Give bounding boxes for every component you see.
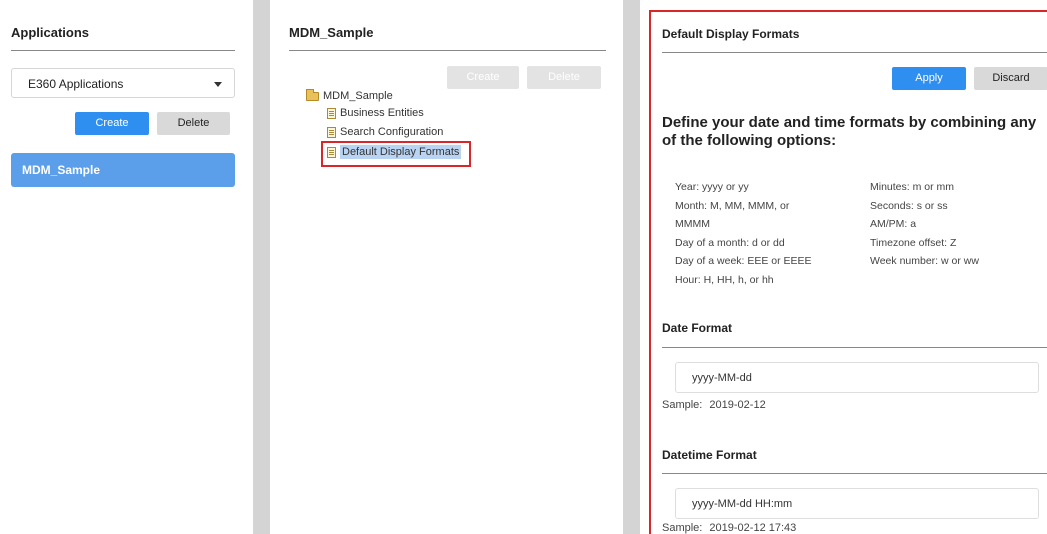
application-tree-panel: MDM_Sample Create Delete MDM_Sample Busi… bbox=[270, 0, 623, 534]
column-splitter[interactable] bbox=[253, 0, 270, 534]
date-format-sample: Sample: 2019-02-12 bbox=[662, 399, 766, 411]
divider bbox=[662, 347, 1047, 348]
format-options-column-2: Minutes: m or mm Seconds: s or ss AM/PM:… bbox=[870, 178, 1045, 271]
date-format-title: Date Format bbox=[662, 321, 733, 335]
delete-application-button[interactable]: Delete bbox=[157, 112, 230, 135]
format-instructions-heading: Define your date and time formats by com… bbox=[662, 114, 1037, 149]
discard-button[interactable]: Discard bbox=[974, 67, 1047, 90]
format-option: Year: yyyy or yy bbox=[675, 181, 749, 193]
application-select[interactable]: E360 Applications bbox=[11, 68, 235, 98]
chevron-down-icon bbox=[214, 82, 222, 87]
tree-node-business-entities[interactable]: Business Entities bbox=[327, 107, 424, 119]
default-display-formats-panel: Default Display Formats Apply Discard De… bbox=[649, 10, 1047, 534]
format-option: MMMM bbox=[675, 218, 710, 230]
sample-value: 2019-02-12 17:43 bbox=[709, 522, 797, 534]
datetime-format-input[interactable]: yyyy-MM-dd HH:mm bbox=[675, 488, 1039, 519]
divider bbox=[662, 473, 1047, 474]
document-icon bbox=[327, 107, 336, 119]
column-splitter[interactable] bbox=[623, 0, 640, 534]
format-option: Hour: H, HH, h, or hh bbox=[675, 273, 774, 286]
sample-label: Sample: bbox=[662, 522, 703, 534]
tree-node-root[interactable]: MDM_Sample bbox=[306, 88, 393, 102]
applications-panel: Applications E360 Applications Create De… bbox=[0, 0, 253, 534]
sample-label: Sample: bbox=[662, 399, 703, 411]
format-options-column-1: Year: yyyy or yy Month: M, MM, MMM, or M… bbox=[675, 178, 855, 289]
tree-node-label: Business Entities bbox=[340, 107, 424, 119]
tree-node-label: Search Configuration bbox=[340, 126, 444, 138]
application-select-value: E360 Applications bbox=[28, 77, 124, 91]
application-tree-title: MDM_Sample bbox=[289, 25, 374, 40]
sample-value: 2019-02-12 bbox=[709, 399, 766, 411]
create-node-button[interactable]: Create bbox=[447, 66, 519, 89]
tree-node-label: MDM_Sample bbox=[323, 90, 393, 102]
format-option: Month: M, MM, MMM, or bbox=[675, 199, 790, 212]
format-option: Timezone offset: Z bbox=[870, 236, 957, 249]
tree-node-search-configuration[interactable]: Search Configuration bbox=[327, 126, 443, 138]
folder-open-icon bbox=[306, 88, 319, 101]
format-option: Seconds: s or ss bbox=[870, 199, 948, 212]
format-option: Minutes: m or mm bbox=[870, 181, 955, 193]
divider bbox=[662, 52, 1047, 53]
panel-title: Default Display Formats bbox=[662, 27, 800, 41]
format-option: Day of a week: EEE or EEEE bbox=[675, 255, 812, 267]
apply-button[interactable]: Apply bbox=[892, 67, 966, 90]
divider bbox=[11, 50, 235, 51]
divider bbox=[289, 50, 606, 51]
create-application-button[interactable]: Create bbox=[75, 112, 149, 135]
format-option: Day of a month: d or dd bbox=[675, 236, 785, 249]
applications-title: Applications bbox=[11, 25, 90, 40]
date-format-input[interactable]: yyyy-MM-dd bbox=[675, 362, 1039, 393]
document-icon bbox=[327, 126, 336, 138]
datetime-format-title: Datetime Format bbox=[662, 448, 757, 462]
datetime-format-sample: Sample: 2019-02-12 17:43 bbox=[662, 522, 796, 534]
annotation-highlight-box bbox=[321, 141, 471, 167]
application-item[interactable]: MDM_Sample bbox=[11, 153, 235, 187]
format-option: AM/PM: a bbox=[870, 218, 917, 230]
format-option: Week number: w or ww bbox=[870, 255, 979, 267]
delete-node-button[interactable]: Delete bbox=[527, 66, 601, 89]
